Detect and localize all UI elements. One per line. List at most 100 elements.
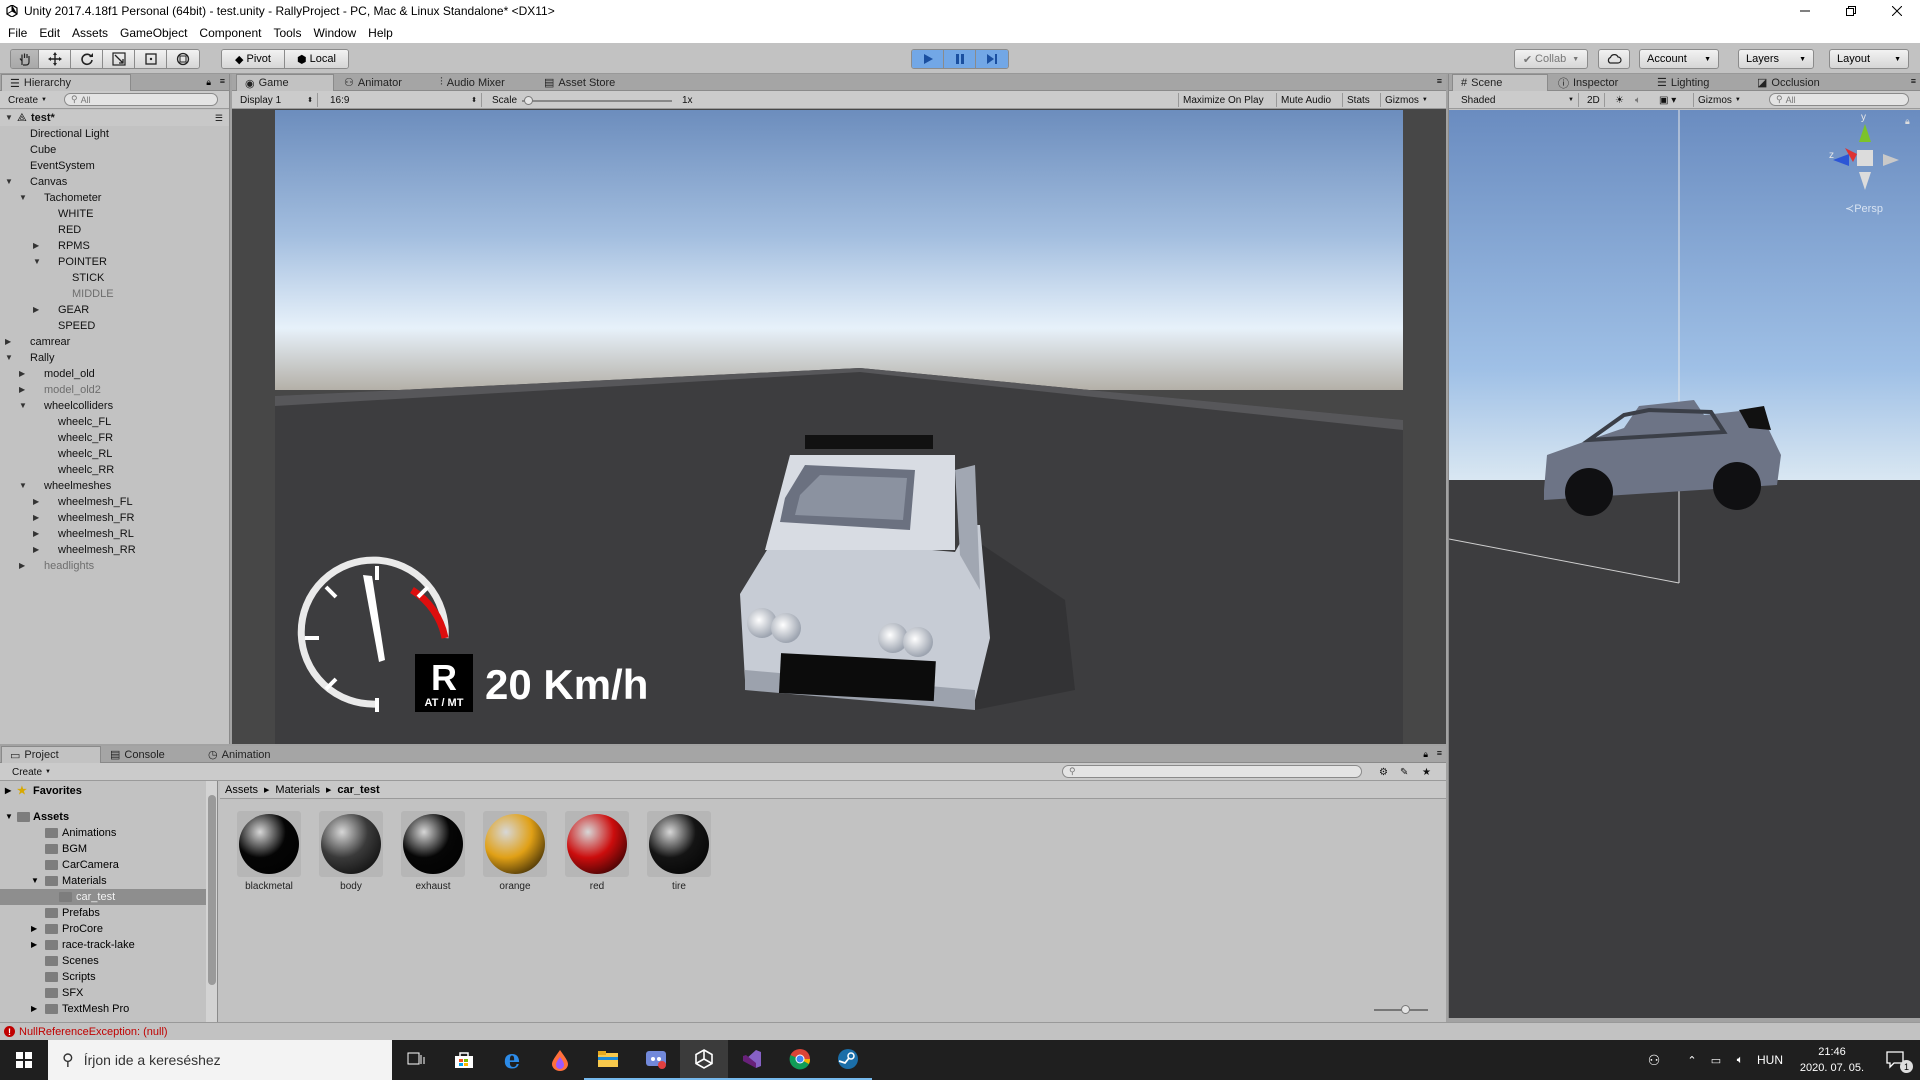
network-button[interactable]: ▭ [1704,1040,1728,1080]
hierarchy-item[interactable]: STICK [0,270,229,286]
folder-item[interactable]: ▶ race-track-lake [0,937,206,953]
hierarchy-item[interactable]: MIDDLE [0,286,229,302]
create-dropdown[interactable]: Create ▼ [4,93,51,107]
visual-studio-app-button[interactable] [728,1040,776,1080]
material-asset[interactable]: blackmetal [235,811,303,892]
expand-arrow-icon[interactable]: ▶ [33,526,39,542]
language-indicator[interactable]: HUN [1752,1040,1788,1080]
persp-label[interactable]: ≺Persp [1845,202,1883,215]
expand-arrow-icon[interactable]: ▶ [33,510,39,526]
chrome-app-button[interactable] [776,1040,824,1080]
breadcrumb-car-test[interactable]: car_test [337,784,379,796]
tab-hierarchy[interactable]: ☰ Hierarchy [1,74,131,91]
close-button[interactable] [1874,0,1920,22]
tab-inspector[interactable]: ⓘ Inspector [1550,74,1626,91]
hierarchy-item[interactable]: ▶ wheelmesh_FL [0,494,229,510]
taskbar-search-input[interactable]: ⚲ Írjon ide a kereséshez [48,1040,392,1080]
folder-item[interactable]: CarCamera [0,857,206,873]
account-dropdown[interactable]: Account ▼ [1639,49,1719,69]
folder-item[interactable]: car_test [0,889,206,905]
menu-gameobject[interactable]: GameObject [114,26,193,40]
light-toggle-icon[interactable]: ☀ [1611,93,1628,107]
collab-dropdown[interactable]: ✔ Collab ▼ [1514,49,1588,69]
tray-overflow-button[interactable]: ⌃ [1680,1040,1704,1080]
discord-app-button[interactable] [632,1040,680,1080]
maximize-on-play-toggle[interactable]: Maximize On Play [1178,93,1268,107]
create-dropdown[interactable]: Create ▼ [8,765,55,779]
tab-lighting[interactable]: ☰ Lighting [1649,74,1717,91]
menu-assets[interactable]: Assets [66,26,114,40]
folder-scrollbar[interactable] [206,781,217,1022]
transform-tool-button[interactable] [167,50,199,68]
expand-arrow-icon[interactable]: ▼ [19,190,27,206]
volume-button[interactable]: 🔈︎ [1728,1040,1752,1080]
filter-type-icon[interactable]: ⚙ [1375,765,1392,779]
edge-app-button[interactable]: e [488,1040,536,1080]
scene-viewport[interactable]: y z ≺Persp 🔒︎ [1449,110,1920,1018]
clock[interactable]: 21:46 2020. 07. 05. [1796,1044,1868,1076]
material-asset[interactable]: tire [645,811,713,892]
expand-arrow-icon[interactable]: ▶ [33,542,39,558]
hierarchy-item[interactable]: ▼ wheelcolliders [0,398,229,414]
hierarchy-item[interactable]: ▶ RPMS [0,238,229,254]
aspect-dropdown[interactable]: 16:9 ⬍ [326,93,482,107]
layout-dropdown[interactable]: Layout ▼ [1829,49,1909,69]
project-search-input[interactable]: ⚲ [1062,765,1362,778]
panel-menu-icon[interactable]: ≡ [1437,76,1442,86]
expand-arrow-icon[interactable]: ▶ [33,238,39,254]
tab-animation[interactable]: ◷ Animation [200,746,279,763]
hierarchy-item[interactable]: RED [0,222,229,238]
scene-gizmos-dropdown[interactable]: Gizmos ▼ [1693,93,1745,107]
hierarchy-item[interactable]: WHITE [0,206,229,222]
people-button[interactable]: ⚇ [1636,1040,1672,1080]
gizmos-dropdown[interactable]: Gizmos ▼ [1380,93,1432,107]
start-button[interactable] [0,1040,48,1080]
scene-menu-icon[interactable]: ☰ [215,110,223,126]
assets-row[interactable]: ▼ Assets [0,809,217,825]
lock-icon[interactable]: 🔒︎ [1423,749,1428,760]
paint3d-app-button[interactable] [536,1040,584,1080]
material-asset[interactable]: red [563,811,631,892]
action-center-button[interactable]: 1 [1872,1040,1920,1080]
hierarchy-item[interactable]: SPEED [0,318,229,334]
hierarchy-item[interactable]: ▼ Tachometer [0,190,229,206]
explorer-app-button[interactable] [584,1040,632,1080]
menu-file[interactable]: File [2,26,33,40]
2d-toggle[interactable]: 2D [1583,93,1605,107]
hierarchy-item[interactable]: ▼ Canvas [0,174,229,190]
panel-menu-icon[interactable]: ≡ [1437,748,1442,758]
zoom-slider-thumb[interactable] [1401,1005,1410,1014]
folder-item[interactable]: Animations [0,825,206,841]
menu-component[interactable]: Component [193,26,267,40]
filter-label-icon[interactable]: ✎ [1396,765,1412,779]
material-asset[interactable]: orange [481,811,549,892]
expand-arrow-icon[interactable]: ▼ [5,174,13,190]
display-dropdown[interactable]: Display 1 ⬍ [236,93,318,107]
expand-arrow-icon[interactable]: ▼ [5,350,13,366]
tab-asset-store[interactable]: ▤ Asset Store [536,74,623,91]
status-bar[interactable]: ! NullReferenceException: (null) [0,1022,1920,1040]
tab-audio-mixer[interactable]: ⫶ Audio Mixer [432,74,513,91]
expand-arrow-icon[interactable]: ▶ [19,558,25,574]
hierarchy-item[interactable]: Directional Light [0,126,229,142]
rotate-tool-button[interactable] [71,50,103,68]
step-button[interactable] [976,50,1008,68]
material-asset[interactable]: exhaust [399,811,467,892]
folder-item[interactable]: BGM [0,841,206,857]
hierarchy-item[interactable]: wheelc_RR [0,462,229,478]
expand-arrow-icon[interactable]: ▶ [19,366,25,382]
hierarchy-item[interactable]: wheelc_FR [0,430,229,446]
folder-item[interactable]: Scripts [0,969,206,985]
local-button[interactable]: ⬢ Local [285,50,348,68]
hierarchy-item[interactable]: wheelc_FL [0,414,229,430]
expand-arrow-icon[interactable]: ▼ [31,873,39,889]
tab-console[interactable]: ▤ Console [102,746,173,763]
folder-item[interactable]: ▼ Materials [0,873,206,889]
tab-game[interactable]: ◉ Game [236,74,334,91]
folder-item[interactable]: Scenes [0,953,206,969]
hierarchy-item[interactable]: wheelc_RL [0,446,229,462]
scale-tool-button[interactable] [103,50,135,68]
stats-toggle[interactable]: Stats [1342,93,1374,107]
hierarchy-item[interactable]: ▶ headlights [0,558,229,574]
tab-animator[interactable]: ⚇ Animator [336,74,410,91]
